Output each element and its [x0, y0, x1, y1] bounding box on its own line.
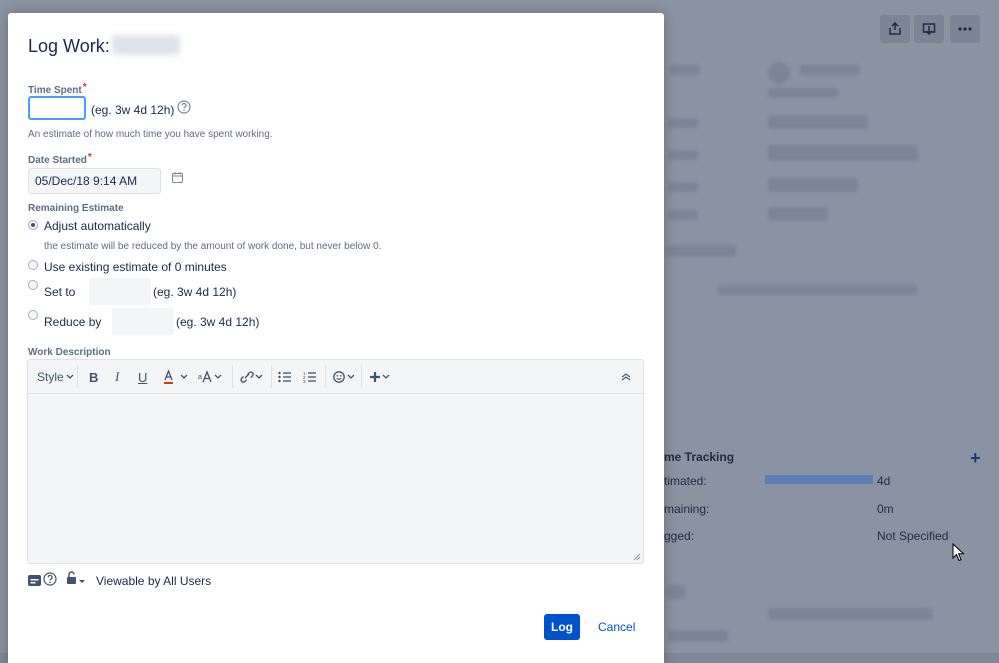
radio-use-existing[interactable]	[28, 260, 38, 270]
link-icon[interactable]	[239, 369, 265, 385]
toolbar-separator	[361, 366, 362, 388]
reduce-by-hint: (eg. 3w 4d 12h)	[176, 315, 260, 329]
estimated-label: timated:	[664, 474, 707, 488]
radio-set-to[interactable]	[28, 280, 38, 290]
mouse-cursor-icon	[952, 543, 965, 562]
logged-value: Not Specified	[877, 529, 949, 543]
log-button[interactable]: Log	[544, 614, 580, 640]
cancel-button[interactable]: Cancel	[598, 620, 635, 634]
estimated-bar	[765, 475, 873, 484]
add-icon: +	[970, 448, 981, 468]
dialog-title-text: Log Work:	[28, 36, 110, 56]
time-spent-description: An estimate of how much time you have sp…	[28, 129, 273, 140]
export-icon	[914, 15, 944, 43]
set-to-input[interactable]	[89, 278, 151, 305]
svg-text:3: 3	[303, 379, 306, 383]
log-work-dialog: Log Work: Time Spent* (eg. 3w 4d 12h) An…	[8, 13, 664, 663]
underline-icon[interactable]: U	[138, 369, 147, 385]
logged-label: gged:	[664, 529, 695, 543]
reduce-by-input[interactable]	[112, 308, 174, 335]
editor-toolbar: Style B I U a 1 2 3	[28, 360, 643, 394]
style-dropdown-label: Style	[37, 370, 64, 384]
estimated-value: 4d	[877, 474, 891, 488]
required-mark: *	[87, 152, 92, 163]
time-spent-hint: (eg. 3w 4d 12h)	[91, 103, 175, 117]
chevron-down-icon	[66, 374, 74, 379]
remaining-value: 0m	[877, 502, 894, 516]
date-started-label-text: Date Started	[28, 155, 87, 166]
toolbar-separator	[271, 366, 272, 388]
time-tracking-heading: me Tracking	[664, 450, 735, 464]
toolbar-separator	[232, 366, 233, 388]
toolbar-separator	[325, 366, 326, 388]
help-icon[interactable]	[43, 572, 57, 586]
time-spent-label-text: Time Spent	[28, 85, 82, 96]
use-existing-label: Use existing estimate of 0 minutes	[44, 260, 227, 274]
adjust-automatically-note: the estimate will be reduced by the amou…	[44, 241, 382, 252]
date-started-input[interactable]: 05/Dec/18 9:14 AM	[28, 168, 161, 194]
text-effects-icon[interactable]: a	[198, 369, 224, 385]
adjust-automatically-label: Adjust automatically	[44, 219, 151, 233]
insert-more-icon[interactable]	[369, 369, 391, 385]
collapse-icon[interactable]	[621, 369, 631, 385]
remaining-estimate-label: Remaining Estimate	[28, 203, 124, 214]
resize-handle-icon[interactable]	[633, 553, 641, 561]
lock-icon[interactable]	[66, 571, 86, 586]
share-icon	[880, 15, 910, 43]
radio-reduce-by[interactable]	[28, 310, 38, 320]
style-dropdown[interactable]: Style	[37, 369, 74, 385]
set-to-label: Set to	[44, 285, 76, 299]
reduce-by-label: Reduce by	[44, 315, 102, 329]
text-mode-icon[interactable]	[28, 575, 41, 586]
set-to-hint: (eg. 3w 4d 12h)	[153, 285, 237, 299]
time-spent-input[interactable]	[28, 96, 86, 120]
bullet-list-icon[interactable]	[278, 369, 292, 385]
issue-key-redacted	[111, 35, 180, 55]
numbered-list-icon[interactable]: 1 2 3	[303, 369, 317, 385]
toolbar-separator	[77, 366, 78, 388]
svg-text:a: a	[198, 374, 202, 381]
emoji-icon[interactable]	[333, 369, 357, 385]
text-color-icon[interactable]	[163, 369, 189, 385]
more-icon	[950, 15, 980, 43]
help-icon[interactable]	[177, 100, 191, 114]
time-spent-label: Time Spent*	[28, 82, 87, 96]
visibility-label: Viewable by All Users	[96, 574, 212, 588]
work-description-editor[interactable]: Style B I U a 1 2 3	[27, 359, 644, 564]
work-description-label: Work Description	[28, 347, 111, 358]
remaining-label: maining:	[664, 502, 710, 516]
bold-icon[interactable]: B	[89, 369, 98, 385]
calendar-icon[interactable]	[172, 172, 183, 183]
date-started-label: Date Started*	[28, 152, 92, 166]
required-mark: *	[82, 82, 87, 93]
dialog-title: Log Work:	[28, 35, 180, 57]
italic-icon[interactable]: I	[115, 369, 119, 385]
radio-adjust-automatically[interactable]	[28, 220, 38, 230]
